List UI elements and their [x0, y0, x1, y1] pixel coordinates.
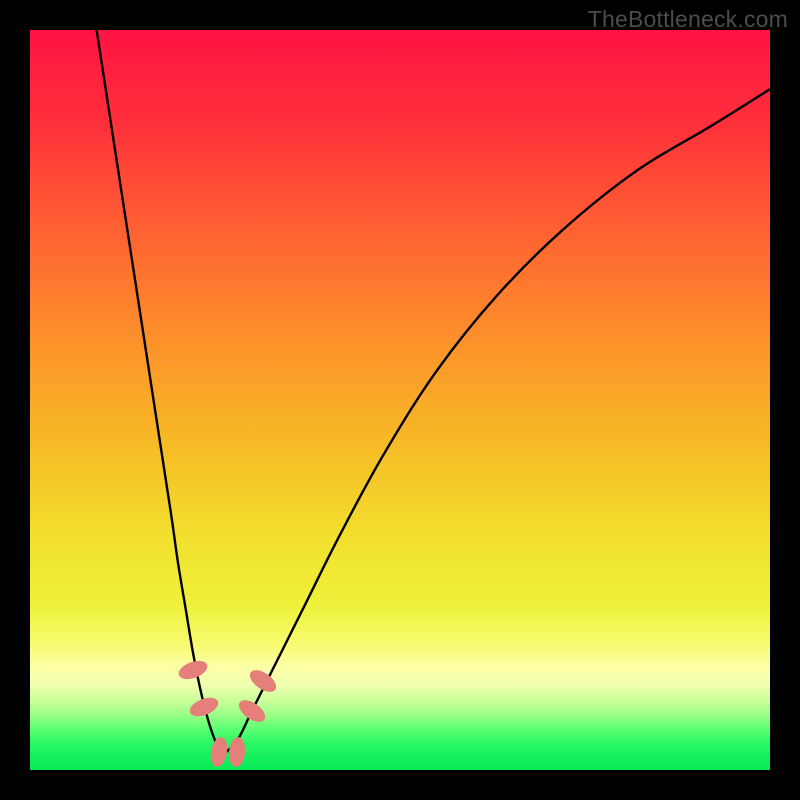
plot-area [30, 30, 770, 770]
chart-frame: TheBottleneck.com [0, 0, 800, 800]
curve-right-branch [222, 89, 770, 755]
watermark-text: TheBottleneck.com [588, 6, 788, 33]
curve-left-branch [97, 30, 223, 755]
bottleneck-curve [30, 30, 770, 770]
